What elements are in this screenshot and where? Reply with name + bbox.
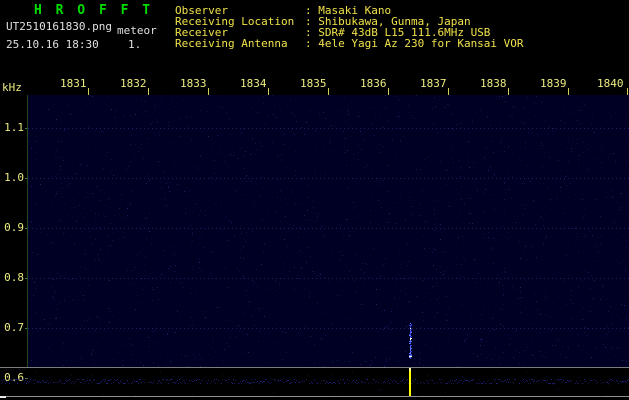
spectrogram-canvas xyxy=(28,95,629,367)
time-label: 1839 xyxy=(540,78,567,90)
app-title: H R O F F T xyxy=(34,3,153,18)
freq-label: 1.0 xyxy=(1,172,24,184)
freq-label: 0.9 xyxy=(1,222,24,234)
time-label: 1835 xyxy=(300,78,327,90)
time-label: 1831 xyxy=(60,78,87,90)
datetime-text: 25.10.16 18:30 xyxy=(6,38,99,51)
time-label: 1834 xyxy=(240,78,267,90)
info-value: : 4ele Yagi Az 230 for Kansai VOR xyxy=(305,38,524,49)
time-label: 1837 xyxy=(420,78,447,90)
time-label: 1840 xyxy=(597,78,624,90)
y-axis-unit: kHz xyxy=(2,81,22,94)
bottom-line xyxy=(0,396,629,397)
sequence-number: 1. xyxy=(128,38,141,51)
time-label: 1832 xyxy=(120,78,147,90)
time-label: 1836 xyxy=(360,78,387,90)
info-label: Receiving Antenna xyxy=(175,38,305,49)
freq-label: 0.7 xyxy=(1,322,24,334)
output-filename: UT2510161830.png xyxy=(6,20,112,33)
signal-meter-canvas xyxy=(0,368,629,396)
freq-label: 0.8 xyxy=(1,272,24,284)
mode-label: meteor xyxy=(117,24,157,37)
time-label: 1833 xyxy=(180,78,207,90)
time-label: 1838 xyxy=(480,78,507,90)
freq-label: 1.1 xyxy=(1,122,24,134)
info-row-antenna: Receiving Antenna: 4ele Yagi Az 230 for … xyxy=(175,38,524,49)
bottom-line-left-mark xyxy=(0,396,6,398)
hrofft-window: H R O F F T UT2510161830.png meteor 25.1… xyxy=(0,0,629,400)
